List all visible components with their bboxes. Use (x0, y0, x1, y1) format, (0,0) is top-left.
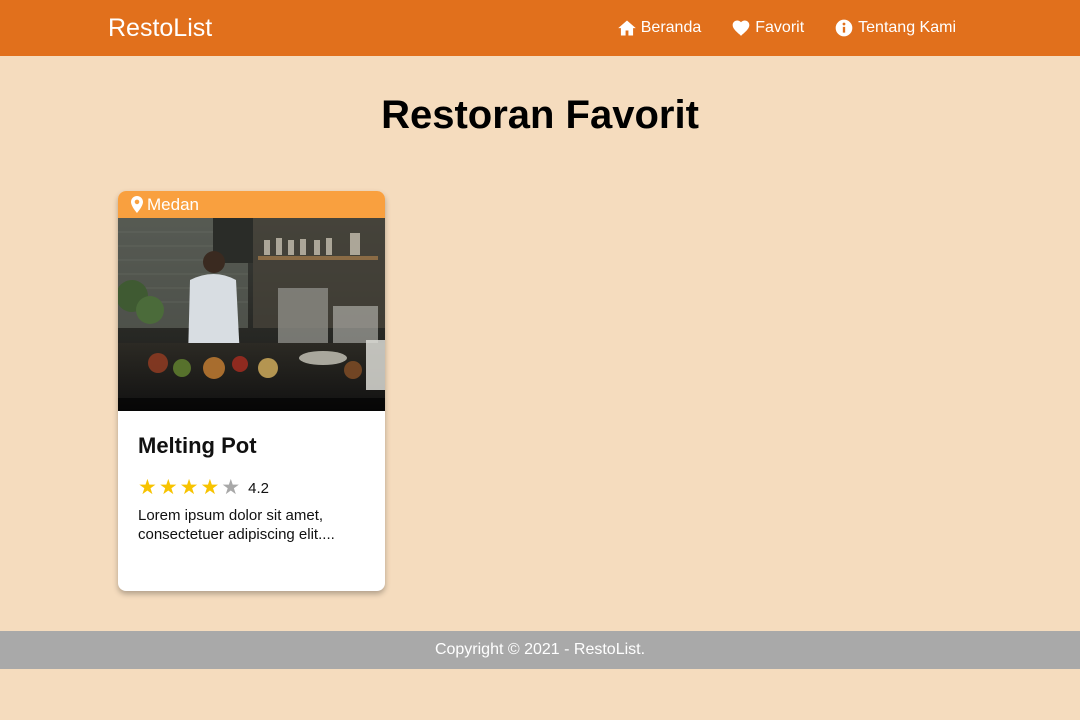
restaurant-photo (118, 218, 385, 411)
main-nav: Beranda Favorit Tentang Kami (617, 0, 956, 56)
nav-item-label: Favorit (755, 19, 805, 36)
nav-item-tentang-kami[interactable]: Tentang Kami (834, 18, 956, 38)
star-filled-icon: ★ (179, 476, 199, 499)
star-filled-icon: ★ (200, 476, 220, 499)
heart-icon (732, 20, 750, 36)
rating: ★★★★★ 4.2 (138, 476, 368, 500)
home-icon (618, 20, 636, 36)
card-body: Melting Pot ★★★★★ 4.2 Lorem ipsum dolor … (138, 432, 368, 544)
copyright-text: Copyright © 2021 - RestoList. (434, 641, 646, 658)
nav-item-beranda[interactable]: Beranda (617, 18, 702, 38)
info-icon (835, 19, 853, 37)
star-filled-icon: ★ (138, 476, 157, 499)
brand-logo[interactable]: RestoList (108, 13, 212, 43)
star-filled-icon: ★ (158, 476, 178, 499)
restaurant-card[interactable]: Medan Melting Pot ★★★★★ 4.2 Lorem ipsum … (118, 191, 385, 591)
footer: Copyright © 2021 - RestoList. (0, 631, 1080, 669)
nav-item-label: Tentang Kami (858, 19, 956, 36)
map-pin-icon (131, 196, 143, 213)
page-title: Restoran Favorit (381, 93, 699, 137)
city-badge: Medan (118, 191, 385, 218)
star-rating: ★★★★★ (138, 477, 242, 499)
city-name: Medan (147, 194, 199, 214)
star-empty-icon: ★ (221, 476, 241, 499)
restaurant-name: Melting Pot (138, 433, 257, 458)
nav-item-label: Beranda (640, 19, 702, 36)
app-bar: RestoList Beranda Favorit Tentang Kami (0, 0, 1080, 56)
nav-item-favorit[interactable]: Favorit (731, 18, 804, 38)
rating-value: 4.2 (248, 479, 269, 497)
restaurant-description: Lorem ipsum dolor sit amet, consectetuer… (138, 507, 335, 543)
